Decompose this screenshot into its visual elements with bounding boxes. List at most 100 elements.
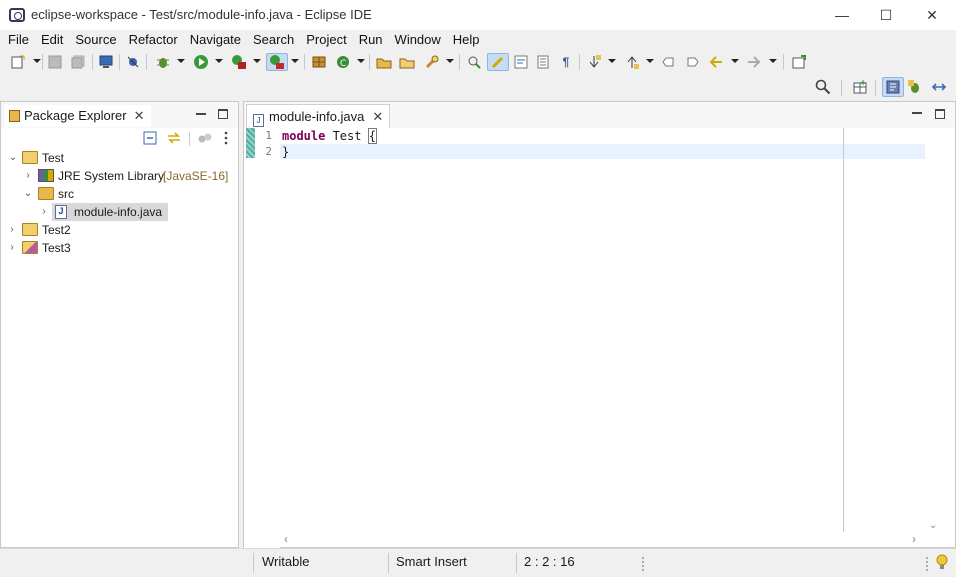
- save-icon[interactable]: [46, 53, 64, 71]
- menu-source[interactable]: Source: [71, 30, 120, 50]
- maximize-editor-icon[interactable]: [935, 109, 945, 119]
- menu-file[interactable]: File: [4, 30, 33, 50]
- quick-diff-ruler[interactable]: [244, 128, 256, 548]
- java-perspective-icon[interactable]: [882, 77, 904, 97]
- tree-item-label: Test3: [42, 241, 71, 255]
- maximize-view-icon[interactable]: [218, 109, 228, 119]
- menu-help[interactable]: Help: [449, 30, 484, 50]
- status-insert-mode[interactable]: Smart Insert: [396, 554, 467, 569]
- vertical-scrollbar[interactable]: ⌄: [926, 128, 940, 532]
- external-tools-icon[interactable]: [266, 53, 288, 71]
- tree-item-src[interactable]: ⌄ src: [23, 185, 143, 203]
- toggle-ant-editor-icon[interactable]: [465, 53, 483, 71]
- save-all-icon[interactable]: [69, 53, 87, 71]
- tree-item-decoration: [JavaSE-16]: [163, 169, 229, 183]
- chevron-right-icon[interactable]: ›: [7, 225, 17, 235]
- coverage-dropdown-icon[interactable]: [253, 59, 261, 63]
- tree-item-module-info[interactable]: › J module-info.java: [39, 203, 169, 221]
- new-icon[interactable]: [9, 53, 27, 71]
- main-toolbar: C ¶: [0, 50, 956, 74]
- toggle-mark-occurrences-icon[interactable]: [487, 53, 509, 71]
- minimize-editor-icon[interactable]: [912, 112, 922, 114]
- menu-run[interactable]: Run: [355, 30, 387, 50]
- menu-project[interactable]: Project: [302, 30, 350, 50]
- chevron-down-icon[interactable]: ⌄: [8, 153, 18, 163]
- next-annotation-icon[interactable]: [585, 53, 603, 71]
- scroll-left-icon[interactable]: ‹: [284, 532, 288, 546]
- open-type-icon[interactable]: [375, 53, 393, 71]
- search-tool-icon[interactable]: [423, 53, 441, 71]
- scroll-down-icon[interactable]: ⌄: [929, 520, 937, 531]
- link-with-editor-icon[interactable]: [166, 131, 182, 148]
- coverage-icon[interactable]: [230, 53, 248, 71]
- open-task-icon[interactable]: [398, 53, 416, 71]
- tree-item-test2[interactable]: › Test2: [7, 221, 107, 239]
- run-dropdown-icon[interactable]: [215, 59, 223, 63]
- close-button[interactable]: ✕: [921, 4, 943, 26]
- editor-panel: Jmodule-info.java ✕ 1 2 module Test { } ⌄…: [243, 101, 956, 548]
- code-line-1[interactable]: module Test {: [282, 128, 377, 144]
- maximize-button[interactable]: ☐: [875, 4, 897, 26]
- chevron-right-icon[interactable]: ›: [7, 243, 17, 253]
- toggle-block-selection-icon[interactable]: [534, 53, 552, 71]
- code-text: Test: [325, 129, 369, 143]
- new-java-class-icon[interactable]: C: [334, 53, 352, 71]
- code-line-2[interactable]: }: [282, 144, 289, 160]
- back-arrow-icon[interactable]: [707, 53, 725, 71]
- forward-dropdown-icon[interactable]: [769, 59, 777, 63]
- horizontal-scrollbar[interactable]: ‹ ›: [280, 532, 926, 547]
- previous-annotation-dropdown-icon[interactable]: [646, 59, 654, 63]
- search-tool-dropdown-icon[interactable]: [446, 59, 454, 63]
- menu-navigate[interactable]: Navigate: [186, 30, 245, 50]
- skip-breakpoints-icon[interactable]: [124, 53, 142, 71]
- package-explorer-title: Package Explorer: [24, 108, 127, 123]
- show-whitespace-icon[interactable]: ¶: [557, 53, 575, 71]
- new-class-dropdown-icon[interactable]: [357, 59, 365, 63]
- tip-lightbulb-icon[interactable]: [936, 554, 948, 575]
- back-dropdown-icon[interactable]: [731, 59, 739, 63]
- toggle-word-wrap-icon[interactable]: [512, 53, 530, 71]
- external-tools-dropdown-icon[interactable]: [291, 59, 299, 63]
- new-dropdown-icon[interactable]: [33, 59, 41, 63]
- minimize-view-icon[interactable]: [196, 113, 206, 115]
- menu-search[interactable]: Search: [249, 30, 298, 50]
- menu-window[interactable]: Window: [391, 30, 445, 50]
- debug-icon[interactable]: [154, 53, 172, 71]
- scroll-right-icon[interactable]: ›: [912, 532, 916, 546]
- forward-edit-icon[interactable]: [683, 53, 701, 71]
- close-tab-icon[interactable]: ✕: [134, 108, 145, 123]
- toolbar-separator: [579, 54, 580, 70]
- view-menu-icon[interactable]: [224, 130, 228, 146]
- debug-dropdown-icon[interactable]: [177, 59, 185, 63]
- open-perspective-icon[interactable]: [851, 78, 869, 96]
- status-separator: [388, 553, 389, 573]
- open-console-icon[interactable]: [97, 53, 115, 71]
- chevron-down-icon[interactable]: ⌄: [23, 189, 33, 199]
- next-annotation-dropdown-icon[interactable]: [608, 59, 616, 63]
- git-perspective-icon[interactable]: [930, 78, 948, 96]
- tree-item-test3[interactable]: › Test3: [7, 239, 107, 257]
- minimize-button[interactable]: —: [831, 4, 853, 26]
- tab-module-info-java[interactable]: Jmodule-info.java ✕: [246, 104, 391, 128]
- menu-bar: File Edit Source Refactor Navigate Searc…: [0, 30, 956, 50]
- chevron-right-icon[interactable]: ›: [23, 171, 33, 181]
- tree-item-jre-library[interactable]: › JRE System Library [JavaSE-16]: [23, 167, 233, 185]
- menu-refactor[interactable]: Refactor: [125, 30, 182, 50]
- tree-item-test[interactable]: ⌄ Test: [7, 149, 227, 167]
- close-tab-icon[interactable]: ✕: [372, 109, 383, 124]
- debug-perspective-icon[interactable]: [906, 78, 924, 96]
- last-edit-location-icon[interactable]: [660, 53, 678, 71]
- new-java-package-icon[interactable]: [310, 53, 328, 71]
- menu-edit[interactable]: Edit: [37, 30, 67, 50]
- collapse-all-icon[interactable]: [143, 131, 157, 148]
- chevron-right-icon[interactable]: ›: [39, 207, 49, 217]
- pin-editor-icon[interactable]: [790, 53, 808, 71]
- toolbar-separator: [459, 54, 460, 70]
- forward-arrow-icon[interactable]: [745, 53, 763, 71]
- previous-annotation-icon[interactable]: [623, 53, 641, 71]
- search-icon[interactable]: [814, 78, 832, 96]
- focus-on-active-task-icon[interactable]: [197, 131, 213, 148]
- status-cursor-position[interactable]: 2 : 2 : 16: [524, 554, 575, 569]
- tab-package-explorer[interactable]: Package Explorer ✕: [5, 105, 151, 127]
- run-icon[interactable]: [192, 53, 210, 71]
